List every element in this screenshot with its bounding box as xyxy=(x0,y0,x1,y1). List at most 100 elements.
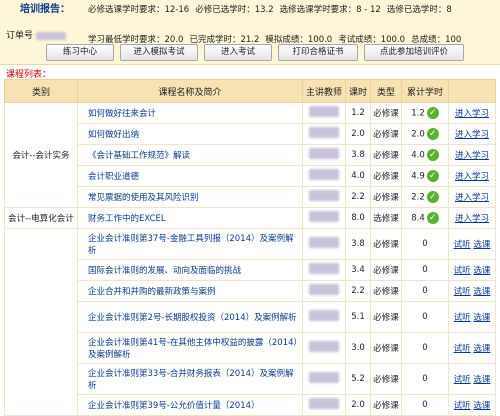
check-icon: ✓ xyxy=(426,128,439,140)
type-cell: 必修课 xyxy=(370,123,402,145)
action-cell: 试听 选课 xyxy=(448,301,496,333)
select-course-link[interactable]: 选课 xyxy=(473,344,490,354)
audition-link[interactable]: 试听 xyxy=(454,375,471,385)
teacher-cell xyxy=(302,207,346,229)
stat-item: 必修选课学时要求：12-16 xyxy=(88,5,190,15)
type-cell: 必修课 xyxy=(370,165,402,187)
stat-item: 必修已选学时：13.2 xyxy=(195,5,274,15)
teacher-cell xyxy=(302,165,346,187)
start-learning-link[interactable]: 进入学习 xyxy=(455,151,489,161)
course-name-cell: 会计职业道德 xyxy=(77,165,303,187)
stats-block: 必修选课学时要求：12-16 必修已选学时：13.2 选修选课学时要求：8 - 12… xyxy=(88,3,498,48)
course-link[interactable]: 财务工作中的EXCEL xyxy=(88,214,166,224)
course-link[interactable]: 企业会计准则第41号-在其他主体中权益的披露（2014）及案例解析 xyxy=(88,338,298,360)
audition-link[interactable]: 试听 xyxy=(454,287,471,297)
teacher-name-redacted xyxy=(309,341,339,352)
accumulated-cell: 4.9 ✓ xyxy=(401,165,449,187)
select-course-link[interactable]: 选课 xyxy=(473,240,490,250)
select-course-link[interactable]: 选课 xyxy=(473,375,490,385)
start-learning-link[interactable]: 进入学习 xyxy=(455,172,489,182)
category-cell: 会计--电算化会计 xyxy=(4,207,78,229)
accumulated-value: 4.9 xyxy=(411,171,425,182)
order-number: 订单号 xyxy=(6,28,66,41)
enter-exam-button[interactable]: 进入考试 xyxy=(204,44,272,61)
course-link[interactable]: 如何做好出纳 xyxy=(88,130,139,140)
select-course-link[interactable]: 选课 xyxy=(473,266,490,276)
course-link[interactable]: 会计职业道德 xyxy=(88,172,139,182)
table-row: 如何做好出纳 2.0 必修课 2.0 ✓ 进入学习 xyxy=(5,123,496,145)
hours-cell: 2.2 xyxy=(345,186,371,208)
accumulated-cell: 0 xyxy=(401,332,449,364)
action-cell: 试听 选课 xyxy=(448,363,496,395)
course-link[interactable]: 企业会计准则第37号-金融工具列报（2014）及案例解析 xyxy=(88,234,294,256)
action-cell: 试听 选课 xyxy=(448,332,496,364)
hours-cell: 1.2 xyxy=(345,102,371,124)
teacher-name-redacted xyxy=(309,169,339,180)
accumulated-cell: 8.4 ✓ xyxy=(401,207,449,229)
course-link[interactable]: 常见票据的使用及其风险识别 xyxy=(88,193,199,203)
type-cell: 必修课 xyxy=(370,144,402,166)
action-cell: 进入学习 xyxy=(448,123,496,145)
teacher-cell xyxy=(302,102,346,124)
select-course-link[interactable]: 选课 xyxy=(473,287,490,297)
action-cell: 进入学习 xyxy=(448,186,496,208)
accumulated-cell: 0 xyxy=(401,259,449,281)
audition-link[interactable]: 试听 xyxy=(454,266,471,276)
select-course-link[interactable]: 选课 xyxy=(473,313,490,323)
start-learning-link[interactable]: 进入学习 xyxy=(455,193,489,203)
course-link[interactable]: 企业会计准则第2号-长期股权投资（2014）及案例解析 xyxy=(88,313,297,323)
course-link[interactable]: 《会计基础工作规范》解读 xyxy=(88,151,190,161)
audition-link[interactable]: 试听 xyxy=(454,344,471,354)
audition-link[interactable]: 试听 xyxy=(454,313,471,323)
teacher-cell xyxy=(302,363,346,395)
course-link[interactable]: 企业会计准则第39号-公允价值计量（2014） xyxy=(88,401,260,411)
teacher-cell xyxy=(302,228,346,260)
start-learning-link[interactable]: 进入学习 xyxy=(455,130,489,140)
table-row: 企业会计准则第41号-在其他主体中权益的披露（2014）及案例解析 3.0 必修课 0… xyxy=(5,332,496,364)
hours-cell: 2.0 xyxy=(345,123,371,145)
course-name-cell: 如何做好往来会计 xyxy=(77,102,303,124)
table-row: 国际会计准则的发展、动向及面临的挑战 3.4 必修课 0 试听 选课 xyxy=(5,259,496,281)
hours-cell: 3.8 xyxy=(345,144,371,166)
accumulated-cell: 0 xyxy=(401,280,449,302)
course-name-cell: 常见票据的使用及其风险识别 xyxy=(77,186,303,208)
order-number-redacted xyxy=(35,31,66,40)
course-link[interactable]: 企业合并和并购的最新政策与案例 xyxy=(88,287,216,297)
hours-cell: 2.0 xyxy=(345,394,371,416)
start-learning-link[interactable]: 进入学习 xyxy=(455,109,489,119)
audition-link[interactable]: 试听 xyxy=(454,240,471,250)
teacher-cell xyxy=(302,259,346,281)
practice-center-button[interactable]: 练习中心 xyxy=(46,44,114,61)
hours-cell: 4.0 xyxy=(345,165,371,187)
teacher-name-redacted xyxy=(309,148,339,159)
evaluation-button[interactable]: 点此参加培训评价 xyxy=(364,44,464,61)
col-hours: 课时 xyxy=(345,79,371,103)
hours-cell: 2.2 xyxy=(345,280,371,302)
table-row: 常见票据的使用及其风险识别 2.2 必修课 2.2 ✓ 进入学习 xyxy=(5,186,496,208)
course-link[interactable]: 如何做好往来会计 xyxy=(88,109,156,119)
col-action xyxy=(448,79,496,103)
table-row: 企业会计准则第37号-金融工具列报（2014）及案例解析 3.8 必修课 0 试听 选课 xyxy=(4,228,496,416)
accumulated-value: 8.4 xyxy=(411,213,425,224)
accumulated-cell: 0 xyxy=(401,228,449,260)
course-link[interactable]: 国际会计准则的发展、动向及面临的挑战 xyxy=(88,266,241,276)
mock-exam-button[interactable]: 进入模拟考试 xyxy=(120,44,198,61)
teacher-cell xyxy=(302,332,346,364)
table-row: 企业会计准则第39号-公允价值计量（2014） 2.0 必修课 0 试听 选课 xyxy=(5,394,496,416)
select-course-link[interactable]: 选课 xyxy=(473,401,490,411)
teacher-name-redacted xyxy=(309,127,339,138)
action-cell: 试听 选课 xyxy=(448,394,496,416)
action-cell: 试听 选课 xyxy=(448,280,496,302)
audition-link[interactable]: 试听 xyxy=(454,401,471,411)
action-cell: 试听 选课 xyxy=(448,228,496,260)
start-learning-link[interactable]: 进入学习 xyxy=(455,214,489,224)
course-link[interactable]: 企业会计准则第33号-合并财务报表（2014）及案例解析 xyxy=(88,369,294,391)
print-certificate-button[interactable]: 打印合格证书 xyxy=(278,44,358,61)
action-cell: 进入学习 xyxy=(448,207,496,229)
accumulated-cell: 1.2 ✓ xyxy=(401,102,449,124)
teacher-cell xyxy=(302,186,346,208)
type-cell: 必修课 xyxy=(370,332,402,364)
col-type: 类型 xyxy=(370,79,402,103)
table-row: 《会计基础工作规范》解读 3.8 必修课 4.0 ✓ 进入学习 xyxy=(5,144,496,166)
course-name-cell: 如何做好出纳 xyxy=(77,123,303,145)
